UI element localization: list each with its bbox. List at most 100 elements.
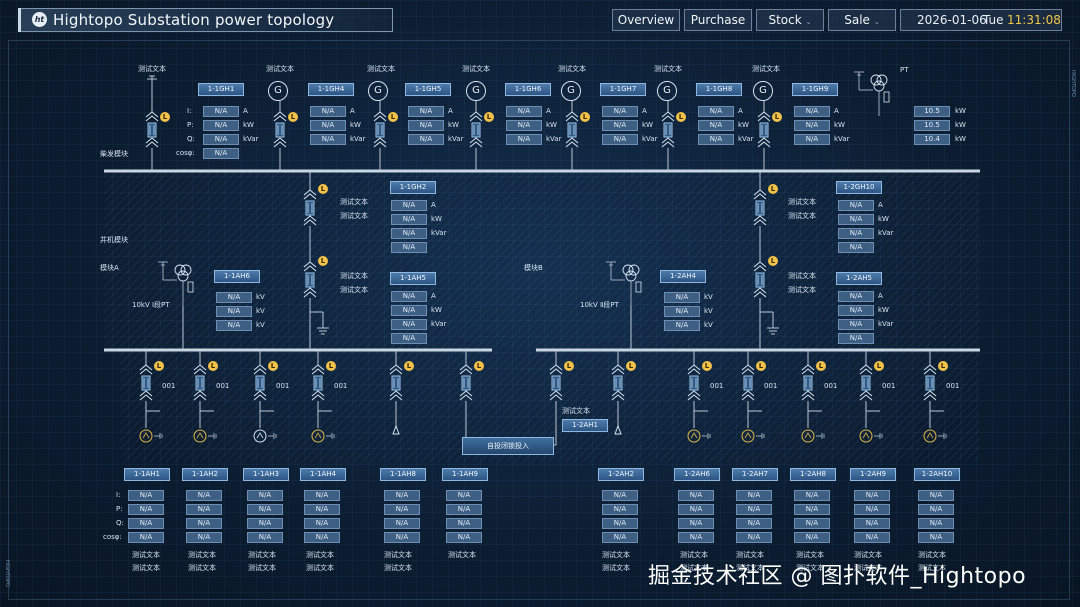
value-box: N/A [602, 134, 638, 145]
value-box: N/A [247, 504, 283, 515]
generator-icon[interactable]: G [466, 81, 486, 101]
unit-label: kW [448, 121, 459, 129]
status-l-badge: L [388, 112, 398, 122]
switch-tag[interactable]: 1-1AH4 [300, 468, 346, 481]
unit-label: kVar [243, 135, 259, 143]
value-box: N/A [186, 504, 222, 515]
value-box: N/A [602, 518, 638, 529]
bottom-test-label: 测试文本 [602, 564, 630, 572]
value-box: N/A [678, 532, 714, 543]
switch-tag[interactable]: 1-1GH6 [505, 83, 551, 96]
breaker-icon[interactable] [565, 111, 579, 148]
bottom-test-label: 测试文本 [384, 551, 412, 559]
feeder-number: 001 [334, 382, 348, 390]
value-box: N/A [506, 106, 542, 117]
value-box: N/A [602, 532, 638, 543]
switch-tag[interactable]: 1-1GH1 [198, 83, 244, 96]
value-box: N/A [854, 490, 890, 501]
bottom-test-label: 测试文本 [248, 551, 276, 559]
unit-label: kW [738, 121, 749, 129]
value-box: N/A [446, 504, 482, 515]
auto-lock-button[interactable]: 自投闭锁投入 [462, 437, 554, 455]
switch-tag[interactable]: 1-1GH9 [792, 83, 838, 96]
value-box: N/A [128, 532, 164, 543]
switch-tag[interactable]: 1-1GH7 [600, 83, 646, 96]
switch-tag[interactable]: 1-2AH2 [598, 468, 644, 481]
section-label: 模块A [100, 264, 119, 272]
feeder-number: 001 [764, 382, 778, 390]
value-box: N/A [310, 106, 346, 117]
breaker-icon[interactable] [661, 111, 675, 148]
value-box: N/A [391, 200, 427, 211]
value-box: N/A [384, 532, 420, 543]
breaker-icon[interactable] [373, 111, 387, 148]
value-box: N/A [602, 490, 638, 501]
switch-tag[interactable]: 1-2AH10 [914, 468, 960, 481]
row-label: I: [187, 107, 192, 115]
switch-tag[interactable]: 1-1AH1 [124, 468, 170, 481]
unit-label: A [243, 107, 248, 115]
breaker-icon[interactable] [757, 111, 771, 148]
switch-tag[interactable]: 1-2AH7 [732, 468, 778, 481]
switch-tag[interactable]: 1-1GH4 [308, 83, 354, 96]
bottom-test-label: 测试文本 [132, 564, 160, 572]
kv-value-box: 10.4 [914, 134, 950, 145]
status-l-badge: L [938, 361, 948, 371]
breaker-icon[interactable] [273, 111, 287, 148]
row-label: Q: [187, 135, 195, 143]
value-box: N/A [391, 333, 427, 344]
switch-tag[interactable]: 1-1AH3 [243, 468, 289, 481]
value-box: N/A [391, 291, 427, 302]
status-l-badge: L [702, 361, 712, 371]
switch-tag[interactable]: 1-2GH10 [836, 181, 882, 194]
kv-value-box: 10.5 [914, 120, 950, 131]
value-box: N/A [203, 120, 239, 131]
value-box: N/A [794, 518, 830, 529]
value-box: N/A [384, 518, 420, 529]
switch-tag[interactable]: 1-1AH2 [182, 468, 228, 481]
value-box: N/A [794, 106, 830, 117]
switch-tag[interactable]: 1-2AH6 [674, 468, 720, 481]
bottom-test-label: 测试文本 [188, 551, 216, 559]
mid-test-label: 测试文本 [340, 198, 368, 206]
breaker-icon[interactable] [145, 111, 159, 148]
value-box: N/A [664, 292, 700, 303]
switch-tag[interactable]: 1-1AH8 [380, 468, 426, 481]
value-box: N/A [216, 292, 252, 303]
switch-tag[interactable]: 1-1GH8 [696, 83, 742, 96]
switch-tag[interactable]: 1-2AH8 [790, 468, 836, 481]
generator-icon[interactable]: G [268, 81, 288, 101]
breaker-icon[interactable] [469, 111, 483, 148]
value-box: N/A [391, 319, 427, 330]
switch-tag[interactable]: 1-1GH5 [405, 83, 451, 96]
unit-label: A [642, 107, 647, 115]
switch-tag[interactable]: 1-2AH5 [836, 272, 882, 285]
switch-tag[interactable]: 1-2AH1 [562, 419, 608, 432]
switch-tag[interactable]: 1-2AH9 [850, 468, 896, 481]
switch-tag[interactable]: 1-2AH4 [660, 270, 706, 283]
value-box: N/A [128, 518, 164, 529]
value-box: N/A [602, 504, 638, 515]
switch-tag[interactable]: 1-1AH9 [442, 468, 488, 481]
generator-icon[interactable]: G [753, 81, 773, 101]
unit-label: kVar [642, 135, 658, 143]
value-box: N/A [384, 490, 420, 501]
generator-icon[interactable]: G [561, 81, 581, 101]
value-box: N/A [698, 106, 734, 117]
row-label: P: [187, 121, 194, 129]
status-l-badge: L [874, 361, 884, 371]
generator-icon[interactable]: G [657, 81, 677, 101]
switch-tag[interactable]: 1-1GH2 [390, 181, 436, 194]
switch-tag[interactable]: 1-1AH6 [214, 270, 260, 283]
value-box: N/A [247, 490, 283, 501]
value-box: N/A [736, 490, 772, 501]
status-l-badge: L [676, 112, 686, 122]
mid-test-label: 测试文本 [340, 272, 368, 280]
value-box: N/A [664, 306, 700, 317]
value-box: N/A [794, 490, 830, 501]
generator-icon[interactable]: G [368, 81, 388, 101]
switch-tag[interactable]: 1-1AH5 [390, 272, 436, 285]
section-label: 模块B [524, 264, 543, 272]
pt-transformer-icon[interactable] [854, 71, 890, 116]
bottom-test-label: 测试文本 [448, 551, 476, 559]
